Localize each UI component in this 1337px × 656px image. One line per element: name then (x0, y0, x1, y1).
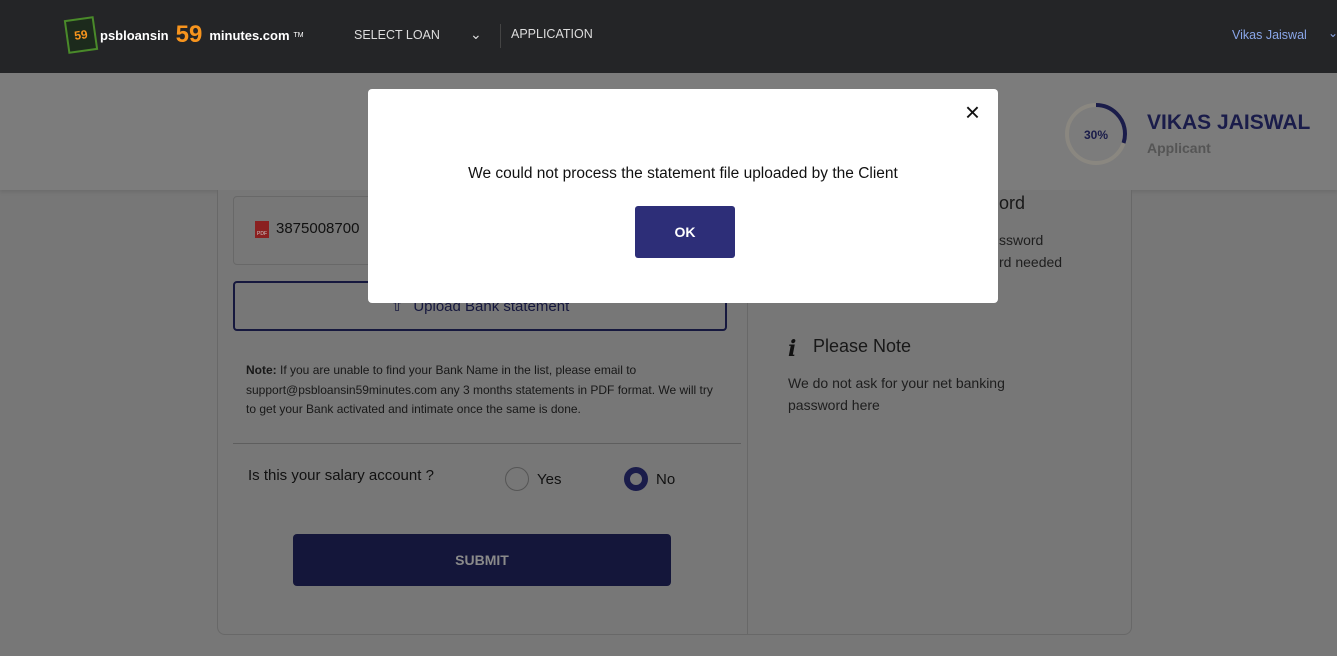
close-icon[interactable]: × (965, 97, 980, 128)
note-body: If you are unable to find your Bank Name… (246, 363, 713, 416)
logo-tm: TM (293, 31, 304, 39)
submit-button[interactable]: SUBMIT (293, 534, 671, 586)
profile-role: Applicant (1147, 140, 1211, 156)
logo-domain: minutes.com (209, 27, 290, 43)
side-line-1: ssword (999, 232, 1044, 248)
pdf-icon: PDF (255, 221, 269, 238)
side-line-2: rd needed (999, 254, 1063, 270)
top-navbar: 59 psbloansin 59 minutes.com TM SELECT L… (0, 0, 1337, 73)
note-text: Note: If you are unable to find your Ban… (246, 361, 726, 420)
ok-button[interactable]: OK (635, 206, 735, 258)
logo-text: psbloansin (100, 27, 169, 43)
side-heading-partial: ord (999, 193, 1026, 213)
please-note-heading: Please Note (813, 336, 912, 356)
profile-name: VIKAS JAISWAL (1147, 111, 1311, 134)
info-icon: i (788, 336, 797, 362)
file-name: 3875008700 (276, 220, 360, 237)
divider (233, 443, 741, 444)
dialog-message: We could not process the statement file … (468, 165, 898, 182)
radio-yes-label[interactable]: Yes (537, 471, 561, 488)
error-dialog: × We could not process the statement fil… (368, 89, 998, 303)
logo[interactable]: 59 psbloansin 59 minutes.com TM (63, 16, 304, 54)
nav-divider (500, 24, 501, 48)
salary-account-question: Is this your salary account ? (248, 467, 434, 484)
user-menu[interactable]: Vikas Jaiswal (1232, 28, 1307, 42)
nav-application[interactable]: APPLICATION (511, 27, 593, 41)
radio-no[interactable] (624, 467, 648, 491)
nav-select-loan[interactable]: SELECT LOAN (354, 28, 440, 42)
radio-no-label[interactable]: No (656, 471, 675, 488)
chevron-down-icon[interactable]: ⌄ (470, 26, 482, 43)
note-label: Note: (246, 363, 277, 377)
logo-badge: 59 (63, 16, 99, 54)
progress-label: 30% (1083, 128, 1109, 142)
please-note-text: We do not ask for your net banking passw… (788, 375, 1005, 413)
logo-number: 59 (175, 21, 203, 48)
radio-yes[interactable] (505, 467, 529, 491)
chevron-down-icon[interactable]: ⌄ (1328, 26, 1337, 40)
